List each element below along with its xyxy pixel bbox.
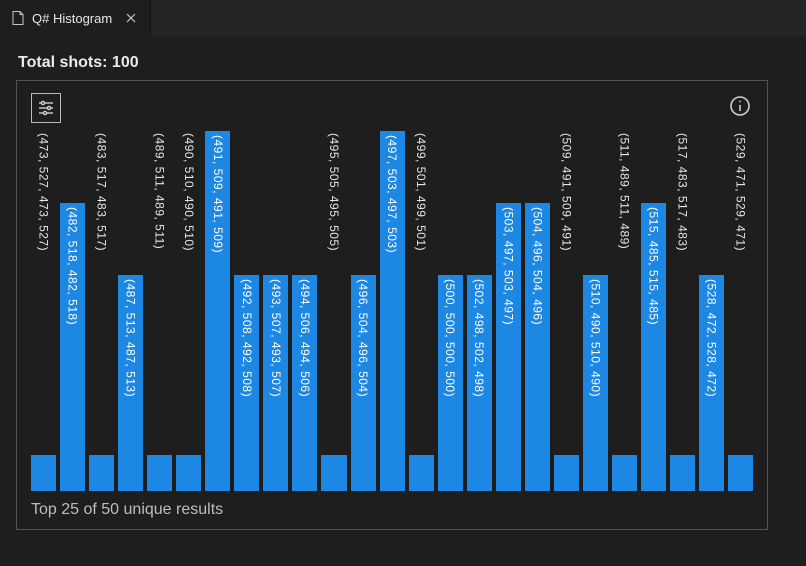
bar-label: (483, 517, 483, 517) [95,133,109,251]
histogram-bar[interactable]: (510, 490, 510, 490) [583,131,608,491]
settings-button[interactable] [31,93,61,123]
histogram-bar[interactable]: (509, 491, 509, 491) [554,131,579,491]
total-shots-label: Total shots: 100 [18,54,790,72]
histogram-bar[interactable]: (511, 489, 511, 489) [612,131,637,491]
histogram-bar[interactable]: (491, 509, 491, 509) [205,131,230,491]
bar-fill: (482, 518, 482, 518) [60,203,85,491]
bar-label: (497, 503, 497, 503) [385,135,399,253]
histogram-bar[interactable]: (496, 504, 496, 504) [351,131,376,491]
bar-fill: (515, 485, 515, 485) [641,203,666,491]
histogram-bar[interactable]: (497, 503, 497, 503) [380,131,405,491]
histogram-bar[interactable]: (493, 507, 493, 507) [263,131,288,491]
bar-label: (493, 507, 493, 507) [269,279,283,397]
histogram-bar[interactable]: (473, 527, 473, 527) [31,131,56,491]
bar-label: (489, 511, 489, 511) [153,133,167,249]
bar-fill [728,455,753,491]
bar-fill: (500, 500, 500, 500) [438,275,463,491]
bar-fill [670,455,695,491]
histogram-panel: (473, 527, 473, 527) (482, 518, 482, 518)… [16,80,768,530]
bar-label: (511, 489, 511, 489) [617,133,631,249]
tab-close-button[interactable] [122,9,140,27]
histogram-bar[interactable]: (528, 472, 528, 472) [699,131,724,491]
bar-label: (482, 518, 482, 518) [66,207,80,325]
histogram-bar[interactable]: (494, 506, 494, 506) [292,131,317,491]
tab-bar: Q# Histogram [0,0,806,36]
histogram-bar[interactable]: (517, 483, 517, 483) [670,131,695,491]
bar-fill: (496, 504, 496, 504) [351,275,376,491]
bar-label: (500, 500, 500, 500) [443,279,457,397]
bar-fill: (487, 513, 487, 513) [118,275,143,491]
bar-fill: (491, 509, 491, 509) [205,131,230,491]
bar-fill: (510, 490, 510, 490) [583,275,608,491]
histogram-bar[interactable]: (503, 497, 503, 497) [496,131,521,491]
close-icon [125,12,137,24]
bar-label: (492, 508, 492, 508) [240,279,254,397]
bar-fill [89,455,114,491]
bar-fill: (504, 496, 504, 496) [525,203,550,491]
bar-fill [31,455,56,491]
bar-label: (499, 501, 499, 501) [414,133,428,251]
histogram-bar[interactable]: (489, 511, 489, 511) [147,131,172,491]
info-icon [728,94,752,118]
bar-label: (490, 510, 490, 510) [182,133,196,251]
histogram-bar[interactable]: (483, 517, 483, 517) [89,131,114,491]
bar-label: (494, 506, 494, 506) [298,279,312,397]
bar-label: (495, 505, 495, 505) [327,133,341,251]
bar-label: (509, 491, 509, 491) [559,133,573,251]
histogram-bar[interactable]: (487, 513, 487, 513) [118,131,143,491]
bar-fill [321,455,346,491]
histogram-bars: (473, 527, 473, 527) (482, 518, 482, 518)… [31,131,753,491]
file-icon [10,10,26,26]
sliders-icon [36,98,56,118]
tab-title: Q# Histogram [32,11,112,26]
bar-fill: (494, 506, 494, 506) [292,275,317,491]
bar-label: (504, 496, 504, 496) [530,207,544,325]
bar-label: (473, 527, 473, 527) [37,133,51,251]
bar-fill: (503, 497, 503, 497) [496,203,521,491]
histogram-bar[interactable]: (515, 485, 515, 485) [641,131,666,491]
histogram-bar[interactable]: (529, 471, 529, 471) [728,131,753,491]
bar-fill: (493, 507, 493, 507) [263,275,288,491]
histogram-bar[interactable]: (502, 498, 502, 498) [467,131,492,491]
bar-label: (496, 504, 496, 504) [356,279,370,397]
bar-fill: (528, 472, 528, 472) [699,275,724,491]
histogram-bar[interactable]: (495, 505, 495, 505) [321,131,346,491]
bar-fill: (502, 498, 502, 498) [467,275,492,491]
bar-label: (503, 497, 503, 497) [501,207,515,325]
info-button[interactable] [727,93,753,119]
bar-label: (487, 513, 487, 513) [124,279,138,397]
histogram-bar[interactable]: (500, 500, 500, 500) [438,131,463,491]
editor-body: Total shots: 100 ( [0,36,806,546]
histogram-bar[interactable]: (492, 508, 492, 508) [234,131,259,491]
bar-label: (491, 509, 491, 509) [211,135,225,253]
results-summary: Top 25 of 50 unique results [31,501,223,519]
bar-fill: (497, 503, 497, 503) [380,131,405,491]
tab-qsharp-histogram[interactable]: Q# Histogram [0,0,151,36]
bar-fill [554,455,579,491]
histogram-bar[interactable]: (482, 518, 482, 518) [60,131,85,491]
bar-label: (517, 483, 517, 483) [676,133,690,251]
bar-label: (515, 485, 515, 485) [647,207,661,325]
bar-label: (528, 472, 528, 472) [705,279,719,397]
bar-label: (510, 490, 510, 490) [588,279,602,397]
bar-fill: (492, 508, 492, 508) [234,275,259,491]
bar-fill [409,455,434,491]
histogram-bar[interactable]: (499, 501, 499, 501) [409,131,434,491]
bar-fill [612,455,637,491]
histogram-bar[interactable]: (504, 496, 504, 496) [525,131,550,491]
bar-fill [147,455,172,491]
bar-label: (529, 471, 529, 471) [734,133,748,251]
bar-label: (502, 498, 502, 498) [472,279,486,397]
bar-fill [176,455,201,491]
histogram-bar[interactable]: (490, 510, 490, 510) [176,131,201,491]
